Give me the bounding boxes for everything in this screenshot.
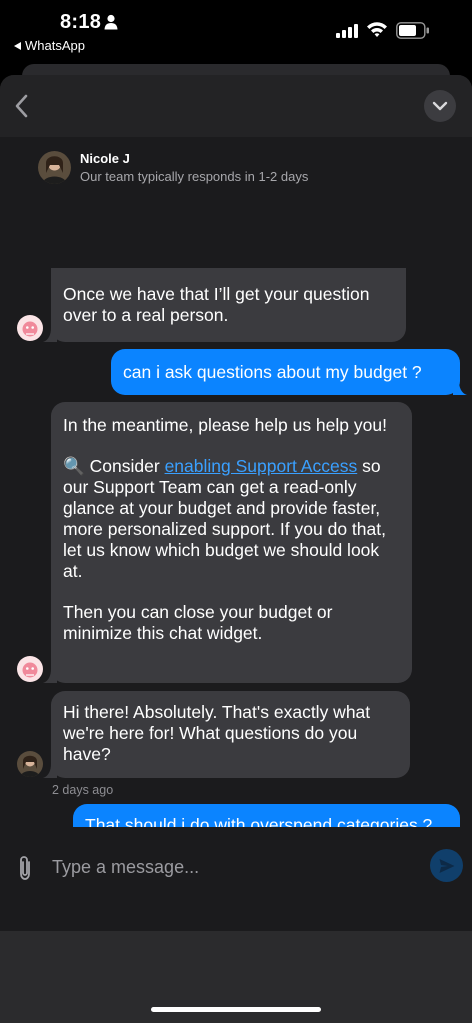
- status-time: 8:18: [60, 11, 102, 33]
- message-text: Hi there! Absolutely. That's exactly wha…: [63, 702, 371, 764]
- agent-avatar: [38, 151, 71, 184]
- bubble-tail: [43, 669, 57, 683]
- bubble-tail: [43, 764, 57, 778]
- back-app-label: WhatsApp: [25, 38, 85, 53]
- support-access-link[interactable]: enabling Support Access: [165, 456, 358, 476]
- agent-response-time: Our team typically responds in 1-2 days: [80, 169, 309, 184]
- incoming-message: Hi there! Absolutely. That's exactly wha…: [43, 691, 410, 778]
- bubble-tail: [453, 381, 467, 395]
- back-to-app-link[interactable]: WhatsApp: [14, 38, 85, 53]
- message-text: Once we have that I’ll get your question…: [63, 284, 370, 325]
- message-composer: [0, 827, 472, 931]
- agent-avatar-small: [17, 751, 43, 777]
- incoming-message: In the meantime, please help us help you…: [43, 402, 412, 683]
- battery-icon: [396, 22, 429, 39]
- agent-name: Nicole J: [80, 151, 130, 166]
- person-icon: [104, 14, 118, 30]
- wifi-icon: [367, 22, 387, 37]
- send-icon: [439, 858, 454, 873]
- chevron-down-icon: [432, 101, 448, 111]
- message-paragraph: Then you can close your budget or minimi…: [63, 602, 333, 643]
- bot-avatar: [17, 315, 43, 341]
- outgoing-message: can i ask questions about my budget ?: [111, 349, 467, 395]
- message-paragraph: 🔍 Consider enabling Support Access so ou…: [63, 456, 400, 582]
- send-button[interactable]: [430, 849, 463, 882]
- message-list[interactable]: Nicole J Our team typically responds in …: [0, 137, 472, 870]
- home-indicator[interactable]: [151, 1007, 321, 1012]
- status-bar: 8:18 WhatsApp: [0, 0, 472, 60]
- back-chevron-icon[interactable]: [10, 91, 34, 121]
- bubble-tail: [43, 328, 57, 342]
- signal-icon: [336, 24, 358, 38]
- collapse-button[interactable]: [424, 90, 456, 122]
- chat-sheet: Nicole J Our team typically responds in …: [0, 75, 472, 1023]
- magnifier-text: 🔍 Consider: [63, 456, 165, 476]
- message-input[interactable]: [52, 852, 412, 882]
- message-paragraph: In the meantime, please help us help you…: [63, 415, 387, 435]
- chat-topbar: [0, 75, 472, 137]
- paperclip-icon[interactable]: [14, 854, 36, 882]
- message-timestamp: 2 days ago: [52, 783, 114, 797]
- incoming-message: Once we have that I’ll get your question…: [43, 268, 406, 342]
- message-text: can i ask questions about my budget ?: [123, 362, 422, 382]
- back-triangle-icon: [14, 41, 21, 50]
- bot-avatar: [17, 656, 43, 682]
